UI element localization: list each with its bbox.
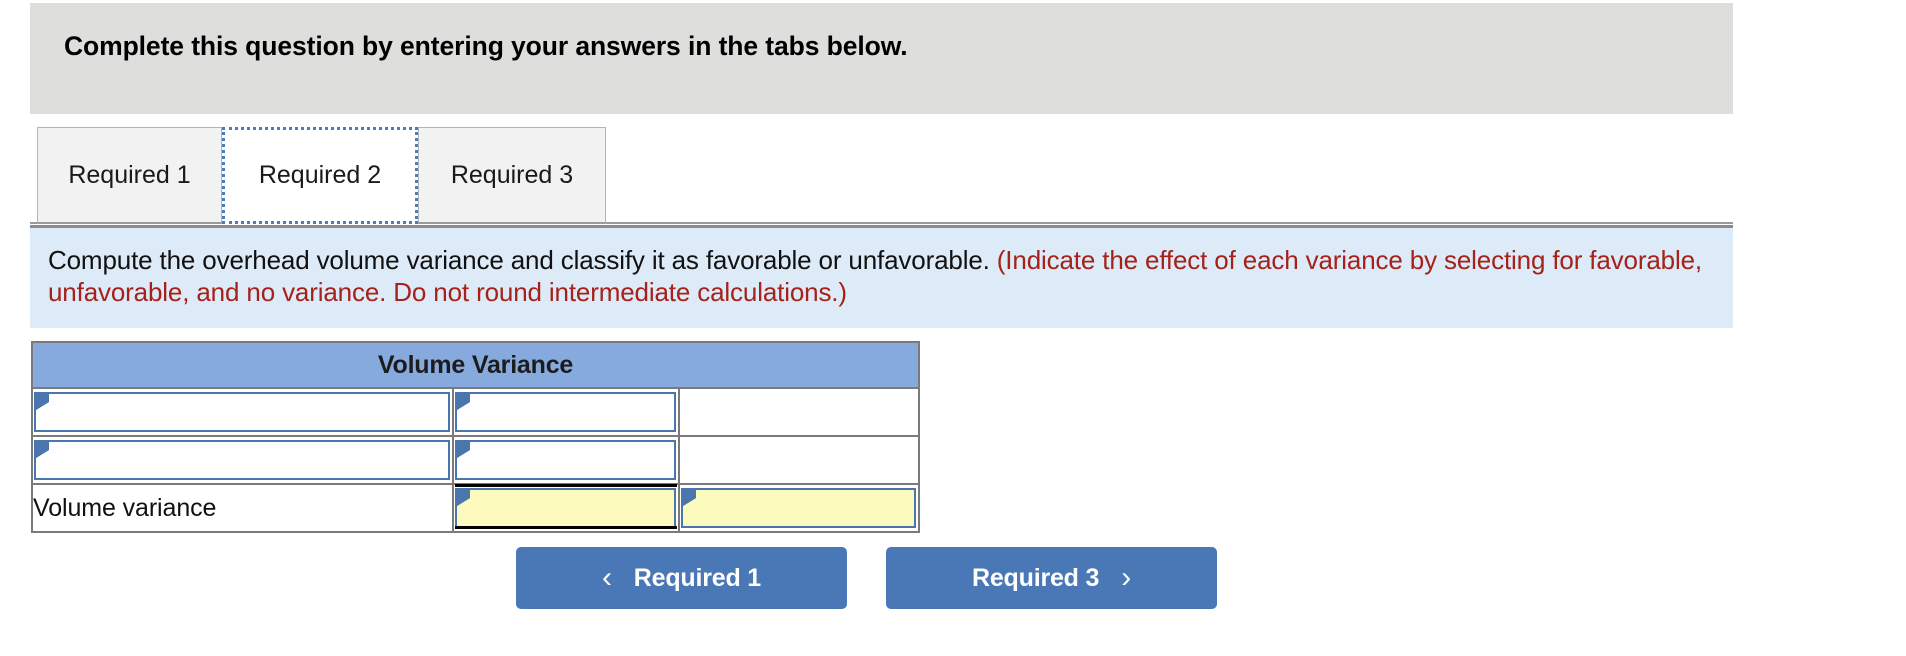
requirement-prompt-panel: Compute the overhead volume variance and… — [30, 225, 1733, 328]
dropdown-triangle-icon — [36, 442, 49, 458]
row-1-amount-cell — [452, 387, 680, 437]
next-required-3-label: Required 3 — [972, 563, 1100, 592]
next-required-3-button[interactable]: Required 3 › — [886, 547, 1217, 609]
row-2-amount-cell — [452, 435, 680, 485]
volume-variance-amount-cell — [452, 483, 680, 533]
prev-required-1-button[interactable]: ‹ Required 1 — [516, 547, 847, 609]
requirement-prompt-text: Compute the overhead volume variance and… — [48, 245, 1718, 308]
row-2-label-cell — [31, 435, 454, 485]
tab-required-2[interactable]: Required 2 — [222, 127, 418, 224]
requirement-tab-strip: Required 1 Required 2 Required 3 — [30, 127, 1733, 225]
table-header-row: Volume Variance — [31, 341, 920, 389]
row-1-account-dropdown[interactable] — [34, 392, 450, 432]
dropdown-triangle-icon — [457, 490, 470, 506]
tab-required-2-label: Required 2 — [258, 161, 382, 189]
question-banner-heading: Complete this question by entering your … — [64, 31, 908, 61]
table-row — [31, 387, 920, 437]
tab-required-1-label: Required 1 — [68, 160, 191, 189]
chevron-left-icon: ‹ — [602, 561, 612, 594]
table-row — [31, 435, 920, 485]
tab-required-3[interactable]: Required 3 — [418, 127, 606, 224]
tab-required-1[interactable]: Required 1 — [37, 127, 222, 224]
dropdown-triangle-icon — [36, 394, 49, 410]
volume-variance-header-cell: Volume Variance — [31, 341, 920, 389]
tab-required-3-label: Required 3 — [450, 160, 574, 189]
requirement-nav-bar: ‹ Required 1 Required 3 › — [0, 547, 1906, 613]
volume-variance-effect-dropdown[interactable] — [681, 488, 916, 528]
row-2-effect-cell — [678, 435, 920, 485]
volume-variance-table: Volume Variance Volume variance — [31, 341, 920, 533]
row-2-account-dropdown[interactable] — [34, 440, 450, 480]
volume-variance-row-label: Volume variance — [31, 483, 454, 533]
dropdown-triangle-icon — [683, 490, 696, 506]
prompt-main-text: Compute the overhead volume variance and… — [48, 245, 997, 275]
question-banner: Complete this question by entering your … — [30, 3, 1733, 114]
chevron-right-icon: › — [1121, 561, 1131, 594]
row-1-amount-dropdown[interactable] — [455, 392, 676, 432]
volume-variance-amount-input[interactable] — [455, 488, 676, 528]
table-row-total: Volume variance — [31, 483, 920, 533]
prev-required-1-label: Required 1 — [633, 563, 761, 592]
volume-variance-effect-cell — [678, 483, 920, 533]
row-1-effect-cell — [678, 387, 920, 437]
dropdown-triangle-icon — [457, 442, 470, 458]
row-1-label-cell — [31, 387, 454, 437]
dropdown-triangle-icon — [457, 394, 470, 410]
row-2-amount-dropdown[interactable] — [455, 440, 676, 480]
